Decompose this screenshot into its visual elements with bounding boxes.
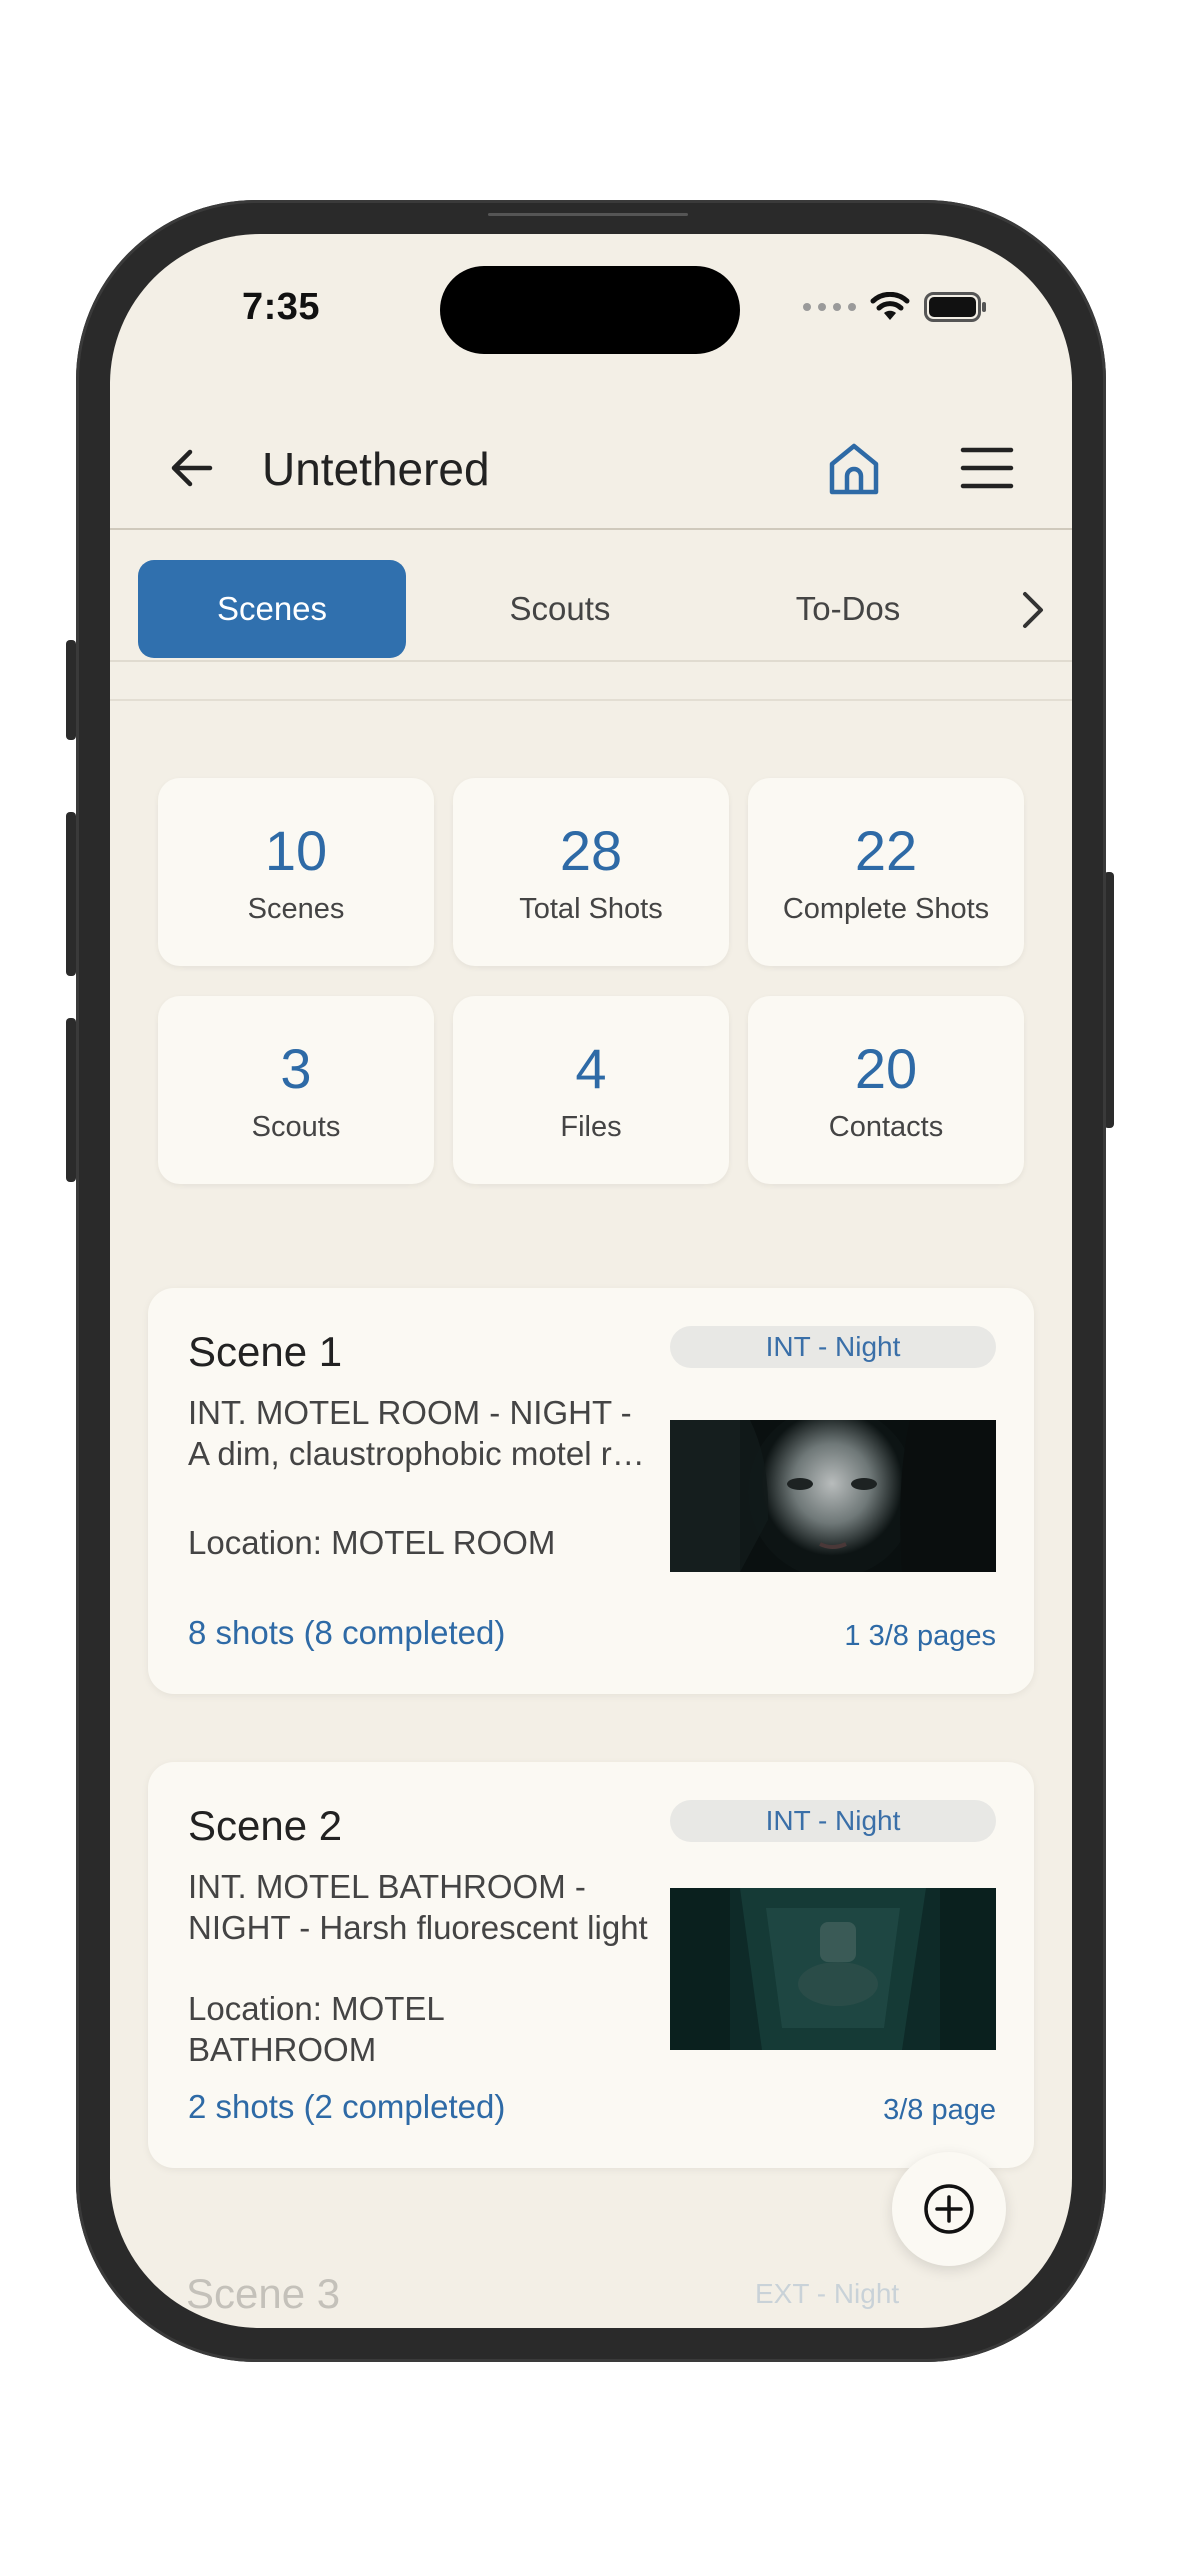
cellular-signal-icon bbox=[803, 303, 856, 311]
content-divider bbox=[110, 699, 1072, 701]
stat-label: Files bbox=[560, 1110, 622, 1143]
shots-link[interactable]: 8 shots (8 completed) bbox=[188, 1614, 505, 1652]
scene-location-line: BATHROOM bbox=[188, 2031, 377, 2068]
tab-divider bbox=[110, 660, 1072, 662]
home-icon[interactable] bbox=[824, 438, 884, 498]
scene-location: Location: MOTEL ROOM bbox=[188, 1524, 556, 1561]
stat-label: Scenes bbox=[247, 892, 345, 925]
scene-description: INT. MOTEL BATHROOM - NIGHT - Harsh fluo… bbox=[188, 1866, 648, 1948]
hamburger-menu-icon[interactable] bbox=[960, 444, 1014, 492]
scene-badge: INT - Night bbox=[670, 1800, 996, 1842]
page-count: 3/8 page bbox=[883, 2094, 996, 2126]
scene-thumbnail[interactable] bbox=[670, 1888, 996, 2050]
scene-description-line: A dim, claustrophobic motel room bbox=[188, 1435, 648, 1472]
app-header: Untethered bbox=[110, 404, 1072, 528]
stat-label: Scouts bbox=[251, 1110, 341, 1143]
stat-value: 10 bbox=[264, 818, 328, 882]
page-count: 1 3/8 pages bbox=[844, 1620, 996, 1652]
plus-circle-icon bbox=[924, 2184, 974, 2234]
stat-value: 4 bbox=[575, 1036, 607, 1100]
scene-badge: EXT - Night bbox=[755, 2278, 900, 2309]
add-button[interactable] bbox=[892, 2152, 1006, 2266]
scene-description-line: INT. MOTEL BATHROOM - bbox=[188, 1868, 586, 1905]
scene-card-1[interactable]: Scene 1 INT - Night INT. MOTEL ROOM - NI… bbox=[148, 1288, 1034, 1694]
battery-icon bbox=[924, 292, 986, 322]
stat-total-shots[interactable]: 28 Total Shots bbox=[453, 778, 729, 966]
shots-link[interactable]: 2 shots (2 completed) bbox=[188, 2088, 505, 2126]
stat-complete-shots[interactable]: 22 Complete Shots bbox=[748, 778, 1024, 966]
tab-bar: Scenes Scouts To-Dos bbox=[110, 530, 1072, 660]
scene-description-line: INT. MOTEL ROOM - NIGHT - bbox=[188, 1394, 632, 1431]
scene-title: Scene 2 bbox=[188, 1802, 343, 1849]
scene-badge: INT - Night bbox=[670, 1326, 996, 1368]
tab-scouts[interactable]: Scouts bbox=[426, 560, 694, 658]
volume-down-button bbox=[66, 1018, 76, 1182]
scene-location: Location: MOTEL BATHROOM bbox=[188, 1988, 648, 2070]
status-icons bbox=[803, 292, 988, 322]
stat-value: 3 bbox=[280, 1036, 312, 1100]
scene-description: INT. MOTEL ROOM - NIGHT - A dim, claustr… bbox=[188, 1392, 648, 1474]
wifi-icon bbox=[870, 292, 910, 320]
scene-description-line: NIGHT - Harsh fluorescent light bbox=[188, 1909, 648, 1946]
volume-up-button bbox=[66, 812, 76, 976]
stat-label: Total Shots bbox=[519, 892, 663, 925]
stat-label: Complete Shots bbox=[782, 892, 990, 925]
stat-value: 20 bbox=[854, 1036, 918, 1100]
scene-card-2[interactable]: Scene 2 INT - Night INT. MOTEL BATHROOM … bbox=[148, 1762, 1034, 2168]
stat-label: Contacts bbox=[828, 1110, 944, 1143]
stat-files[interactable]: 4 Files bbox=[453, 996, 729, 1184]
back-arrow-icon[interactable] bbox=[166, 442, 218, 494]
stat-value: 28 bbox=[559, 818, 623, 882]
scene-thumbnail[interactable] bbox=[670, 1420, 996, 1572]
chevron-right-icon[interactable] bbox=[1010, 588, 1054, 632]
scene-title: Scene 1 bbox=[188, 1328, 343, 1375]
tab-todos[interactable]: To-Dos bbox=[714, 560, 982, 658]
tab-scenes[interactable]: Scenes bbox=[138, 560, 406, 658]
dynamic-island bbox=[440, 266, 740, 354]
scene-title: Scene 3 bbox=[186, 2270, 341, 2317]
stat-value: 22 bbox=[854, 818, 918, 882]
stat-scouts[interactable]: 3 Scouts bbox=[158, 996, 434, 1184]
scene-location-line: Location: MOTEL bbox=[188, 1990, 445, 2027]
stat-contacts[interactable]: 20 Contacts bbox=[748, 996, 1024, 1184]
page-title: Untethered bbox=[262, 443, 490, 495]
screen: 7:35 Untethered Scenes Scouts To-Dos 10 … bbox=[110, 234, 1072, 2328]
speaker-grille bbox=[488, 213, 688, 216]
stat-scenes[interactable]: 10 Scenes bbox=[158, 778, 434, 966]
action-button bbox=[66, 640, 76, 740]
status-time: 7:35 bbox=[242, 286, 321, 328]
